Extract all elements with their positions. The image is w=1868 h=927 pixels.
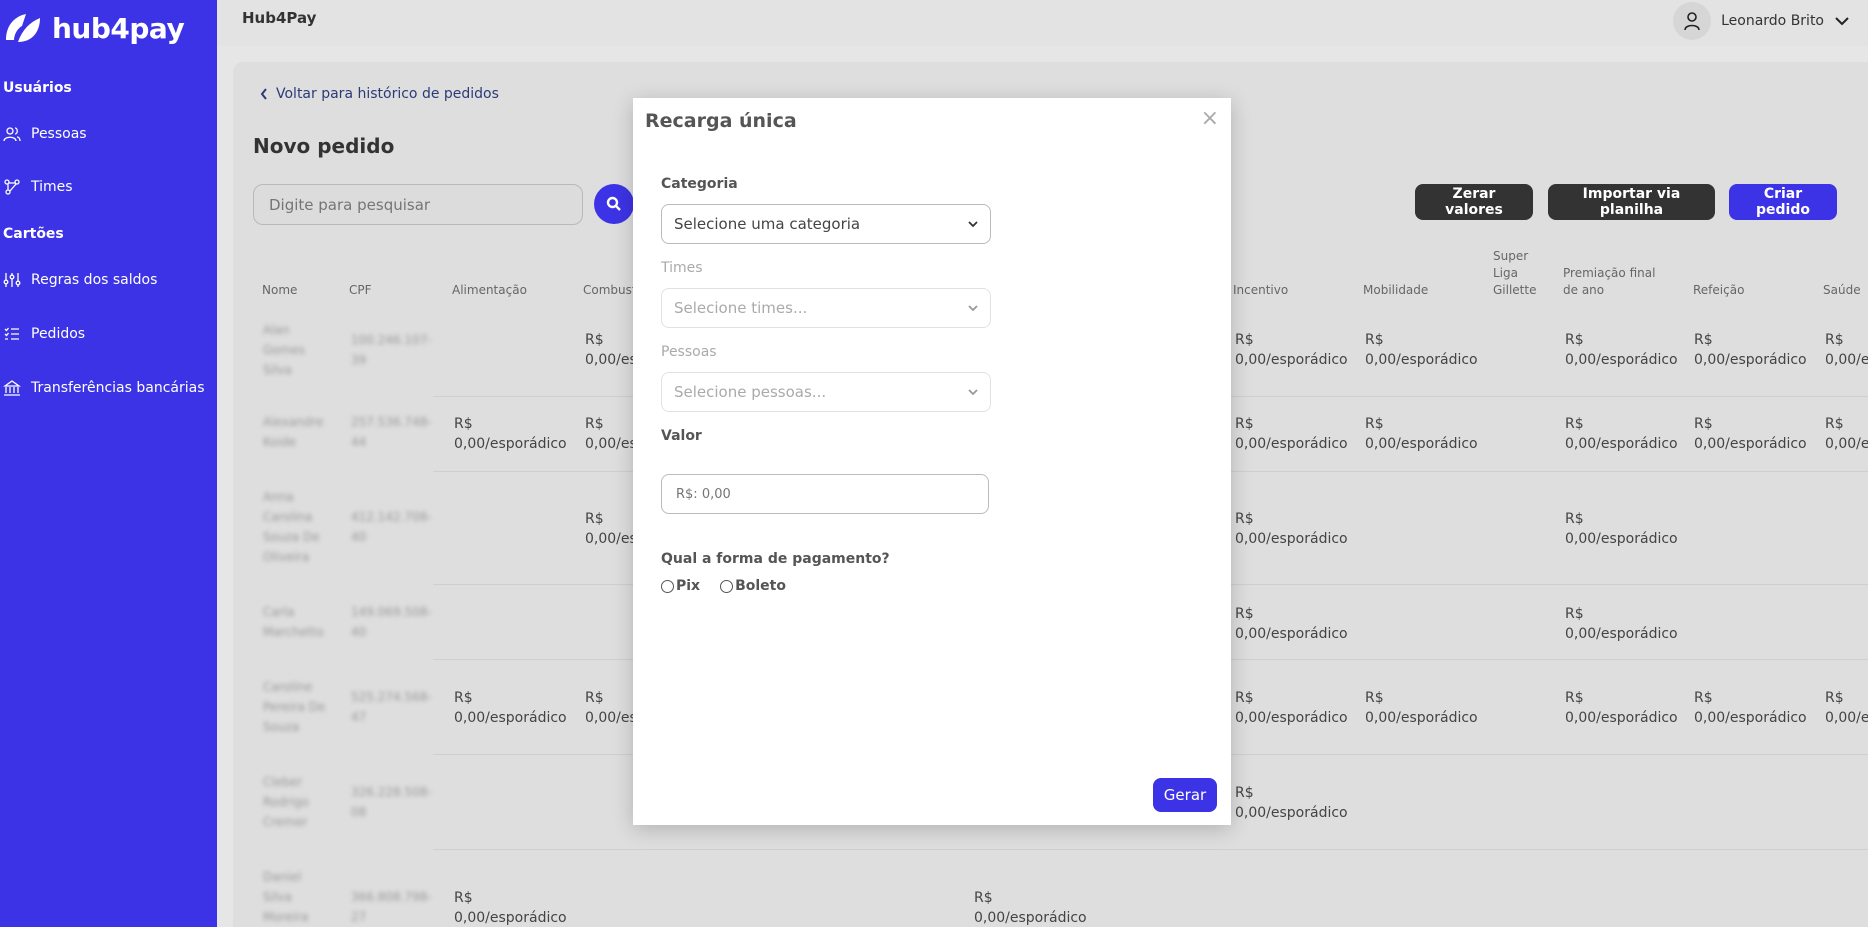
categoria-label: Categoria [661,176,738,192]
payment-options: Pix Boleto [661,578,786,594]
categoria-select-value: Selecione uma categoria [674,215,861,233]
payment-option-pix[interactable]: Pix [661,578,700,594]
valor-label: Valor [661,428,702,444]
modal-title: Recarga única [645,110,797,132]
valor-input[interactable] [661,474,989,514]
times-select[interactable]: Selecione times... [661,288,991,328]
pessoas-label: Pessoas [661,344,717,360]
chevron-down-icon [968,304,978,311]
chevron-down-icon [968,220,978,227]
radio-circle-icon[interactable] [720,579,734,593]
pessoas-select[interactable]: Selecione pessoas... [661,372,991,412]
times-select-value: Selecione times... [674,299,808,317]
recarga-modal: Recarga única × Categoria Selecione uma … [633,98,1231,825]
close-icon[interactable]: × [1201,106,1219,131]
radio-circle-icon[interactable] [661,579,674,593]
chevron-down-icon [968,388,978,395]
payment-option-boleto[interactable]: Boleto [720,578,786,594]
payment-question: Qual a forma de pagamento? [661,551,890,567]
pessoas-select-value: Selecione pessoas... [674,383,827,401]
categoria-select[interactable]: Selecione uma categoria [661,204,991,244]
gerar-button[interactable]: Gerar [1153,778,1217,812]
times-label: Times [661,260,703,276]
